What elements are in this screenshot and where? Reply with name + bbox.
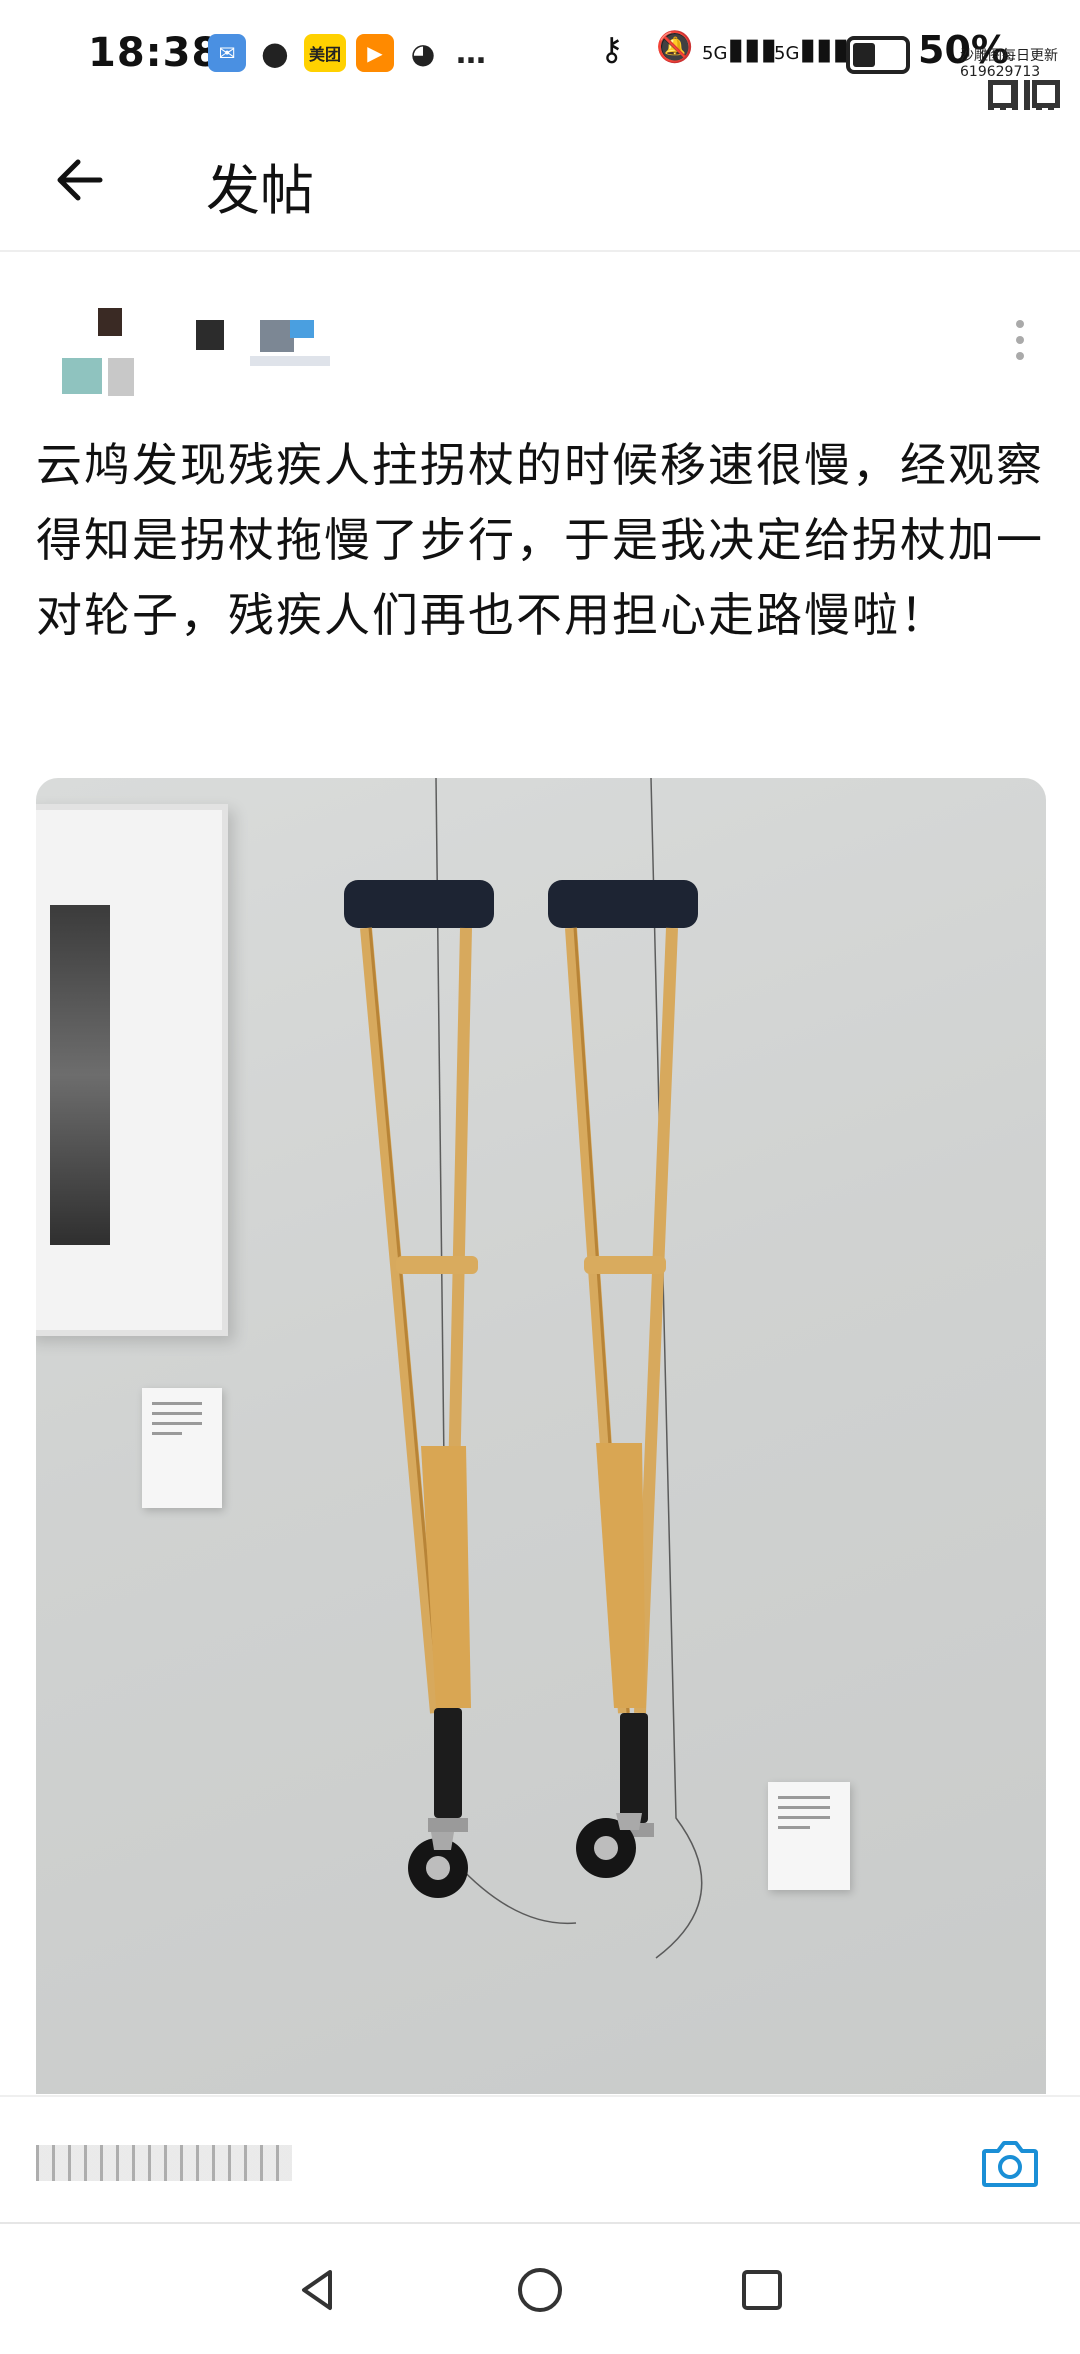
meituan-icon: 美团 — [304, 34, 346, 72]
wall-frame — [36, 804, 228, 1336]
nav-home-icon[interactable] — [510, 2260, 570, 2320]
clock: 18:38 — [88, 30, 221, 76]
back-arrow-icon[interactable] — [50, 150, 110, 210]
wall-label-card-left — [142, 1388, 222, 1508]
network-label: 5G — [702, 43, 728, 64]
wechat-icon: ◕ — [410, 36, 436, 70]
watermark-id: 619629713 — [960, 64, 1041, 80]
qq-icon: ● — [261, 34, 289, 72]
more-options-icon[interactable] — [1014, 320, 1026, 370]
more-dots-icon: … — [456, 35, 486, 71]
signal-icon-2: 5G▮▮▮ — [774, 32, 849, 67]
avatar[interactable] — [62, 308, 150, 396]
network-label: 5G — [774, 43, 800, 64]
author-row — [0, 260, 1080, 410]
watermark-text: 沙雕图每日更新 619629713 — [960, 48, 1058, 80]
camera-icon[interactable] — [980, 2135, 1040, 2189]
nav-recents-icon[interactable] — [732, 2260, 792, 2320]
post-image[interactable] — [36, 778, 1046, 2094]
key-icon: ⚷ — [600, 30, 624, 68]
battery-fill — [853, 43, 875, 67]
reply-input[interactable] — [36, 2145, 292, 2181]
author-name-blurred[interactable] — [190, 320, 350, 366]
mute-icon: 🔕 — [656, 30, 694, 65]
page-title: 发帖 — [206, 159, 314, 222]
status-bar: 18:38 ✉ ● 美团 ▶ ◕ … ⚷ 🔕 5G▮▮▮ 5G▮▮▮ 50% 沙… — [0, 0, 1080, 152]
wall-label-card-right — [768, 1782, 850, 1890]
crutch-left — [344, 880, 494, 1898]
signal-icon-1: 5G▮▮▮ — [702, 32, 777, 67]
crutch-right — [548, 880, 698, 1878]
watermark-title: 沙雕图每日更新 — [960, 48, 1058, 64]
nav-back-icon[interactable] — [288, 2260, 348, 2320]
video-icon: ▶ — [356, 34, 394, 72]
mail-icon: ✉ — [208, 34, 246, 72]
post-body: 云鸠发现残疾人拄拐杖的时候移速很慢，经观察得知是拐杖拖慢了步行，于是我决定给拐杖… — [36, 438, 1044, 642]
page-header: 发帖 — [0, 110, 1080, 252]
reply-composer — [0, 2095, 1080, 2222]
system-nav-bar — [0, 2222, 1080, 2354]
battery-icon — [846, 36, 910, 74]
